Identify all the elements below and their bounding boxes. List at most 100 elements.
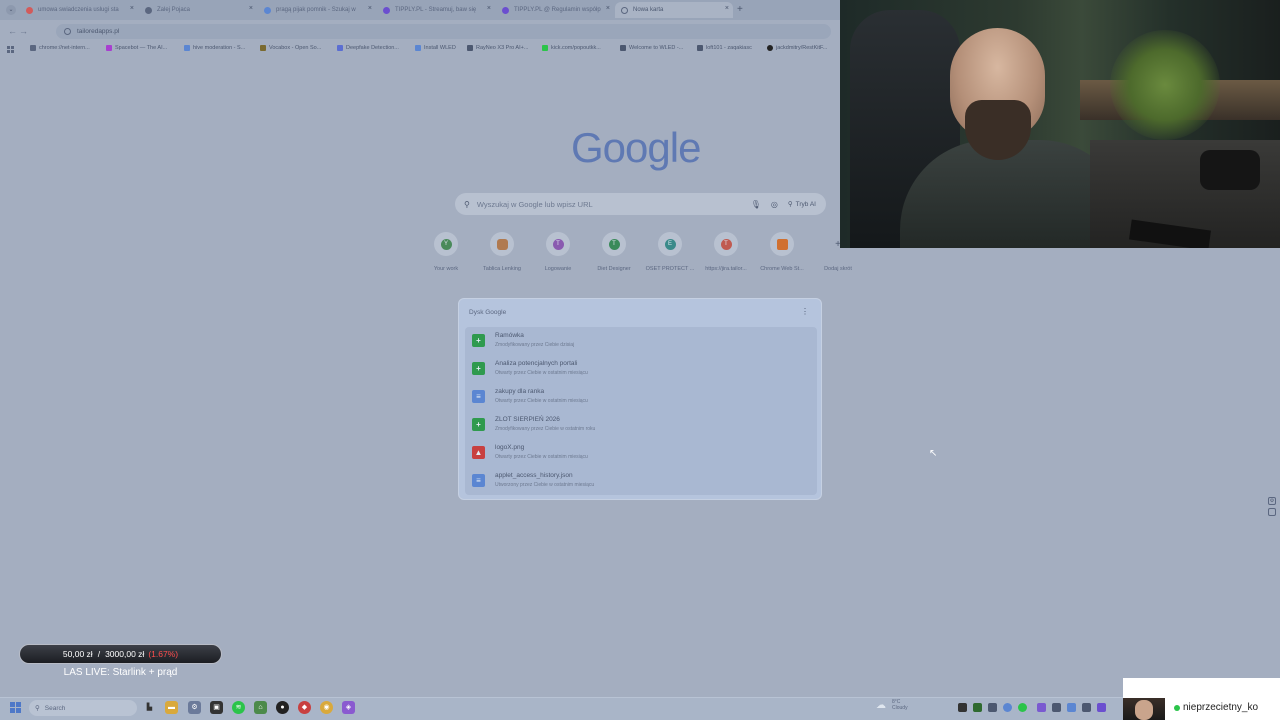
app-icon[interactable]: ●: [276, 701, 289, 714]
tray-icon[interactable]: [1067, 703, 1076, 712]
webcam-plant: [1110, 30, 1220, 140]
drive-file-item[interactable]: ≡ applet_access_history.json Utworzony p…: [465, 467, 817, 495]
tab-tipply-regulamin[interactable]: TIPPLY.PL @ Regulamin współp ×: [496, 2, 614, 18]
tab-nowa-karta[interactable]: Nowa karta ×: [615, 2, 733, 18]
bookmark-item[interactable]: Spacebot — The AI...: [106, 45, 167, 51]
back-icon[interactable]: ←: [8, 26, 17, 36]
apps-icon[interactable]: [7, 46, 14, 53]
app-icon[interactable]: ◈: [342, 701, 355, 714]
taskbar-search[interactable]: ⚲ Search: [29, 700, 137, 716]
app-icon[interactable]: ⌂: [254, 701, 267, 714]
tab-label: pragą pijak pomnik - Szukaj w: [276, 7, 356, 13]
tab-search-icon[interactable]: ⌄: [6, 5, 16, 15]
close-icon[interactable]: ×: [606, 5, 610, 12]
bookmark-favicon-icon: [260, 45, 266, 51]
google-lens-icon[interactable]: ◎: [771, 200, 778, 209]
task-view-icon[interactable]: ▙: [143, 701, 156, 714]
goal-percent: (1.67%): [148, 649, 179, 659]
shortcut-letter-icon: Y: [440, 238, 452, 250]
bookmark-item[interactable]: RayNeo X3 Pro AI+...: [467, 45, 528, 51]
bookmark-favicon-icon: [337, 45, 343, 51]
drive-file-title: applet_access_history.json: [495, 472, 573, 479]
gear-icon[interactable]: ⚙: [1268, 497, 1276, 505]
panel-icon[interactable]: [1268, 508, 1276, 516]
bookmark-item[interactable]: Vocabox - Open So...: [260, 45, 321, 51]
shortcut-chrome-web-store[interactable]: Chrome Web St...: [756, 232, 808, 272]
shortcut-logowanie[interactable]: T Logowanie: [532, 232, 584, 272]
drive-file-subtitle: Utworzony przez Ciebie w ostatnim miesią…: [495, 482, 595, 488]
tray-icon[interactable]: [1037, 703, 1046, 712]
drive-file-item[interactable]: ▲ logoX.png Otwarty przez Ciebie w ostat…: [465, 439, 817, 467]
shortcut-label: Dodaj skrót: [824, 266, 852, 272]
tab-zalej-pojaca[interactable]: Zalej Pojaca ×: [139, 2, 257, 18]
new-tab-button[interactable]: +: [737, 4, 743, 15]
bookmark-item[interactable]: loft101 - zaqakiasc: [697, 45, 752, 51]
ai-mode-button[interactable]: ⚲ Tryb AI: [788, 200, 816, 209]
chrome-icon[interactable]: ◉: [320, 701, 333, 714]
bookmark-favicon-icon: [30, 45, 36, 51]
shortcut-tablica[interactable]: Tablica Lenking: [476, 232, 528, 272]
site-info-icon[interactable]: [64, 28, 71, 35]
bookmark-favicon-icon: [415, 45, 421, 51]
mouse-cursor-icon: ↖: [929, 448, 938, 459]
tray-icon[interactable]: [1018, 703, 1027, 712]
bookmark-item[interactable]: Deepfake Detection...: [337, 45, 399, 51]
shortcut-letter-icon: T: [552, 238, 564, 250]
drive-file-item[interactable]: + ZLOT SIERPIEŃ 2026 Zmodyfikowany przez…: [465, 411, 817, 439]
file-explorer-icon[interactable]: ▬: [165, 701, 178, 714]
settings-icon[interactable]: ⚙: [188, 701, 201, 714]
address-bar[interactable]: tailoredapps.pl: [56, 24, 831, 39]
close-icon[interactable]: ×: [130, 5, 134, 12]
bookmark-item[interactable]: Install WLED: [415, 45, 456, 51]
shortcut-diet-designer[interactable]: T Diet Designer: [588, 232, 640, 272]
bookmark-item[interactable]: hive moderation - S...: [184, 45, 245, 51]
shortcut-jira[interactable]: T https://jira.tailor...: [700, 232, 752, 272]
drive-file-item[interactable]: ≡ zakupy dla ranka Otwarty przez Ciebie …: [465, 383, 817, 411]
bookmark-item[interactable]: kick.com/popoutkk...: [542, 45, 601, 51]
drive-file-title: zakupy dla ranka: [495, 388, 545, 395]
tray-icon[interactable]: [1003, 703, 1012, 712]
drive-file-title: Analiza potencjalnych portali: [495, 360, 578, 367]
tray-icon[interactable]: [1082, 703, 1091, 712]
stream-title: LAS LIVE: Starlink + prąd: [63, 667, 178, 678]
tray-icon[interactable]: [973, 703, 982, 712]
drive-file-item[interactable]: + Ramówka Zmodyfikowany przez Ciebie dzi…: [465, 327, 817, 355]
tray-icon[interactable]: [1052, 703, 1061, 712]
weather-widget[interactable]: ☁ 8°C Cloudy: [876, 699, 908, 711]
tab-favicon-icon: [145, 6, 152, 14]
tray-icon[interactable]: [958, 703, 967, 712]
app-icon[interactable]: ◆: [298, 701, 311, 714]
bookmark-item[interactable]: Welcome to WLED -...: [620, 45, 683, 51]
close-icon[interactable]: ×: [368, 5, 372, 12]
tab-tipply[interactable]: TIPPLY.PL - Streamuj, baw się ×: [377, 2, 495, 18]
tab-umowa[interactable]: umowa swiadczenia uslugi sta ×: [20, 2, 138, 18]
file-icon: ≡: [472, 474, 485, 487]
forward-icon[interactable]: →: [19, 26, 28, 36]
spotify-icon[interactable]: ≋: [232, 701, 245, 714]
bookmark-item[interactable]: jackdmitry/RestKitF...: [767, 45, 827, 51]
microphone-icon[interactable]: 🎙: [751, 200, 761, 209]
drive-file-title: ZLOT SIERPIEŃ 2026: [495, 416, 560, 423]
shortcut-letter-icon: E: [664, 238, 676, 250]
close-icon[interactable]: ×: [725, 5, 729, 12]
tab-favicon-icon: [383, 6, 390, 14]
search-box[interactable]: ⚲ Wyszukaj w Google lub wpisz URL 🎙 ◎ ⚲ T…: [455, 193, 826, 215]
shortcut-eset[interactable]: E OSET PROTECT ...: [644, 232, 696, 272]
shortcut-your-work[interactable]: Y Your work: [420, 232, 472, 272]
drive-file-item[interactable]: + Analiza potencjalnych portali Otwarty …: [465, 355, 817, 383]
windows-start-icon[interactable]: [10, 702, 21, 713]
shortcut-bubble: E: [658, 232, 682, 256]
shortcut-bubble: T: [714, 232, 738, 256]
drive-file-subtitle: Otwarty przez Ciebie w ostatnim miesiącu: [495, 398, 588, 404]
terminal-icon[interactable]: ▣: [210, 701, 223, 714]
cloud-icon: ☁: [876, 699, 886, 711]
close-icon[interactable]: ×: [249, 5, 253, 12]
close-icon[interactable]: ×: [487, 5, 491, 12]
more-options-icon[interactable]: ⋮: [801, 307, 809, 316]
bookmark-favicon-icon: [620, 45, 626, 51]
tray-icon[interactable]: [988, 703, 997, 712]
weather-desc: Cloudy: [892, 705, 908, 711]
bookmark-item[interactable]: chrome://net-intern...: [30, 45, 90, 51]
tab-praga[interactable]: pragą pijak pomnik - Szukaj w ×: [258, 2, 376, 18]
tray-icon[interactable]: [1097, 703, 1106, 712]
